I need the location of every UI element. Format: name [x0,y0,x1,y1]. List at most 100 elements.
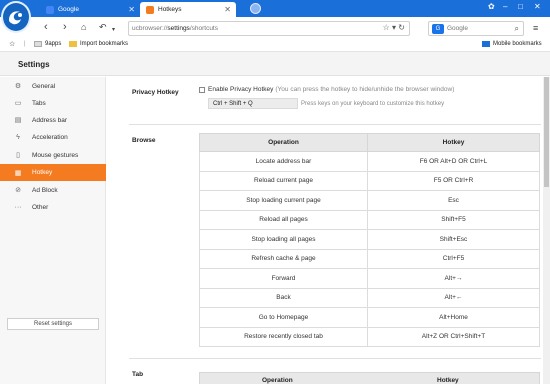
home-icon[interactable]: ⌂ [81,21,86,33]
table-row: Reload current page F5 OR Ctrl+R [199,170,540,191]
hotkey-cell[interactable]: Alt+Z OR Ctrl+Shift+T [367,326,540,347]
keyboard-icon: ▦ [14,169,22,177]
minimize-icon[interactable]: – [503,2,507,11]
table-row: Restore recently closed tab Alt+Z OR Ctrl… [199,326,540,347]
settings-header: Settings [0,52,550,76]
tab-title: Google [58,6,79,13]
maximize-icon[interactable]: □ [518,2,523,11]
hotkey-cell[interactable]: Alt+Home [367,307,540,328]
sidebar-item-label: Mouse gestures [32,151,79,159]
bookmark-label: 9apps [45,41,62,47]
star-bookmark-icon[interactable]: ☆ [9,40,15,48]
back-icon[interactable]: ‹ [44,21,48,33]
tab-section-title: Tab [132,371,144,378]
hotkey-cell[interactable]: Alt+← [367,287,540,308]
tab-bar: Google ✕ Hotkeys ✕ ✿ – □ ✕ [0,0,550,17]
privacy-hotkey-checkbox[interactable]: Enable Privacy Hotkey (You can press the… [199,86,454,93]
hotkey-cell[interactable]: F6 OR Alt+D OR Ctrl+L [367,151,540,172]
scrollbar-thumb[interactable] [544,77,549,187]
operation-cell: Stop loading all pages [199,229,368,250]
hotkey-cell[interactable]: Shift+F5 [367,209,540,230]
table-row: Back Alt+← [199,287,540,308]
reset-settings-button[interactable]: Reset settings [7,318,99,330]
checkbox-note: (You can press the hotkey to hide/unhide… [275,86,455,93]
sidebar-item-general[interactable]: ⚙ General [0,78,106,94]
bookmark-label: Import bookmarks [80,41,129,47]
sidebar-item-label: Ad Block [32,186,58,194]
sidebar-item-other[interactable]: ··· Other [0,199,106,215]
uc-browser-logo-icon[interactable] [1,1,31,33]
browse-section-title: Browse [132,137,156,144]
skin-icon[interactable]: ✿ [488,2,495,11]
undo-icon[interactable]: ↶ [99,21,107,33]
star-icon[interactable]: ☆ ▾ ↻ [383,23,405,32]
column-header-operation: Operation [199,133,368,152]
column-header-hotkey: Hotkey [367,133,540,152]
url-scheme: ucbrowser:// [132,25,168,32]
sidebar-item-ad-block[interactable]: ⊘ Ad Block [0,182,106,198]
settings-main: Privacy Hotkey Enable Privacy Hotkey (Yo… [107,77,543,384]
page-title: Settings [18,60,50,69]
bookmarks-bar: ☆ | 9apps Import bookmarks Mobile bookma… [0,39,550,52]
sidebar-item-hotkey[interactable]: ▦ Hotkey [0,164,106,181]
search-engine-icon[interactable]: G [432,23,444,34]
sidebar-item-label: Other [32,203,49,211]
column-header-hotkey: Hotkey [437,377,459,384]
tab-hotkeys[interactable]: Hotkeys ✕ [140,2,236,17]
block-icon: ⊘ [15,187,21,194]
hotkey-cell[interactable]: Shift+Esc [367,229,540,250]
mobile-bookmarks[interactable]: Mobile bookmarks [482,41,542,47]
hotkeys-favicon-icon [146,5,154,14]
hotkey-cell[interactable]: Esc [367,190,540,211]
operation-cell: Stop loading current page [199,190,368,211]
tab-title: Hotkeys [158,6,182,13]
google-favicon-icon [46,5,54,14]
bookmark-item-9apps[interactable]: 9apps [34,41,61,47]
privacy-hotkey-input[interactable]: Ctrl + Shift + Q [208,98,298,109]
sidebar-item-mouse-gestures[interactable]: ▯ Mouse gestures [0,147,106,163]
sidebar-item-acceleration[interactable]: ϟ Acceleration [0,129,106,145]
forward-icon[interactable]: › [63,21,67,33]
sidebar-item-label: Hotkey [32,169,53,176]
url-host: settings [167,25,190,32]
scrollbar[interactable] [543,77,550,384]
close-window-icon[interactable]: ✕ [534,2,541,11]
search-icon[interactable]: ⌕ [515,24,519,34]
hotkey-cell[interactable]: Alt+→ [367,268,540,289]
menu-icon[interactable]: ≡ [533,23,538,33]
table-row: Forward Alt+→ [199,268,540,289]
sidebar-item-address-bar[interactable]: ▤ Address bar [0,112,106,128]
privacy-section-title: Privacy Hotkey [132,89,179,96]
operation-cell: Back [199,287,368,308]
tabs-icon: ▭ [14,100,22,107]
gear-icon: ⚙ [14,83,22,90]
sidebar-item-label: Acceleration [32,133,68,141]
sidebar-item-label: Tabs [32,99,46,107]
divider: | [24,41,26,47]
tab-hotkey-table-header: Operation Hotkey [199,372,540,384]
address-input[interactable]: ucbrowser://settings/shortcuts ☆ ▾ ↻ [128,21,410,36]
browse-hotkey-table: Operation Hotkey Locate address bar F6 OR… [199,133,540,347]
checkbox-icon[interactable] [199,86,205,93]
undo-dropdown-icon[interactable]: ▾ [112,24,115,36]
divider [129,124,541,125]
close-icon[interactable]: ✕ [128,5,135,14]
mouse-icon: ▯ [16,152,20,159]
table-row: Locate address bar F6 OR Alt+D OR Ctrl+L [199,151,540,172]
hotkey-cell[interactable]: Ctrl+F5 [367,248,540,269]
bookmark-item-import[interactable]: Import bookmarks [69,41,128,47]
sidebar-item-tabs[interactable]: ▭ Tabs [0,95,106,111]
table-row: Reload all pages Shift+F5 [199,209,540,230]
search-input[interactable]: G Google ⌕ [428,21,524,36]
table-row: Stop loading all pages Shift+Esc [199,229,540,250]
operation-cell: Restore recently closed tab [199,326,368,347]
hotkey-cell[interactable]: F5 OR Ctrl+R [367,170,540,191]
dots-icon: ··· [14,203,22,211]
url-path: /shortcuts [189,25,218,32]
operation-cell: Forward [199,268,368,289]
sidebar-item-label: Address bar [32,116,68,124]
close-icon[interactable]: ✕ [224,5,231,14]
operation-cell: Reload current page [199,170,368,191]
new-tab-button[interactable] [250,3,261,14]
tab-google[interactable]: Google ✕ [40,2,140,17]
